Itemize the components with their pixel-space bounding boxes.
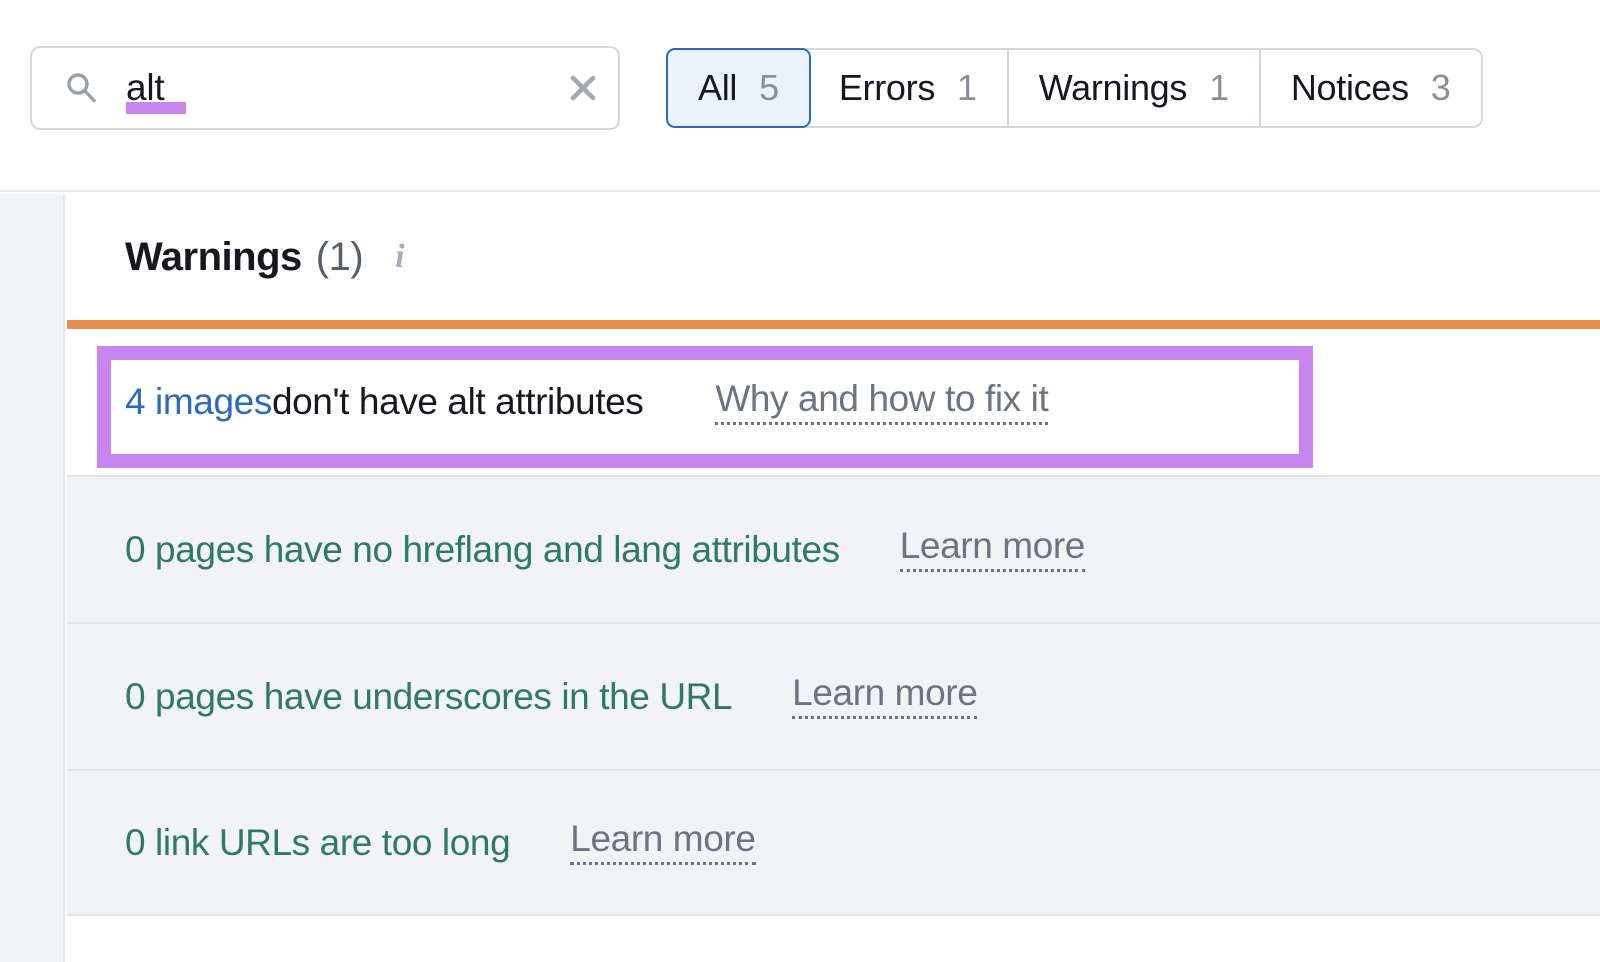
tab-warnings-label: Warnings [1039, 67, 1187, 109]
search-value-wrapper[interactable]: alt [126, 48, 548, 128]
issue-description: 0 link URLs are too long [125, 822, 510, 864]
tab-all-label: All [698, 67, 737, 109]
tab-errors-count: 1 [957, 67, 977, 109]
tab-warnings[interactable]: Warnings 1 [1009, 50, 1261, 126]
tab-notices-label: Notices [1291, 67, 1409, 109]
tab-all-count: 5 [759, 67, 779, 109]
learn-more-link[interactable]: Learn more [900, 527, 1085, 572]
tab-notices-count: 3 [1431, 67, 1451, 109]
clear-search-button[interactable] [548, 48, 618, 128]
issue-count-link[interactable]: 4 images [125, 381, 272, 423]
left-gutter [0, 194, 65, 962]
why-and-how-to-fix-it-link[interactable]: Why and how to fix it [715, 380, 1048, 425]
tab-notices[interactable]: Notices 3 [1261, 50, 1481, 126]
section-count: (1) [316, 235, 363, 280]
table-row[interactable]: 0 pages have no hreflang and lang attrib… [67, 475, 1600, 622]
close-icon [565, 70, 601, 106]
table-row[interactable]: 4 images don't have alt attributes Why a… [67, 329, 1600, 475]
issue-description: 0 pages have underscores in the URL [125, 676, 732, 718]
filter-tab-group: All 5 Errors 1 Warnings 1 Notices 3 [666, 48, 1483, 128]
issue-description: 0 pages have no hreflang and lang attrib… [125, 529, 840, 571]
search-term-highlight [126, 102, 186, 114]
section-header: Warnings (1) i [67, 194, 1600, 320]
table-row[interactable]: 0 link URLs are too long Learn more [67, 769, 1600, 916]
page-title: Warnings [125, 235, 302, 280]
issue-description: don't have alt attributes [272, 381, 643, 423]
tab-errors[interactable]: Errors 1 [809, 50, 1009, 126]
warning-accent-bar [67, 320, 1600, 329]
audit-issues-panel: alt All 5 Errors 1 Warnings 1 [0, 0, 1600, 962]
table-row[interactable]: 0 pages have underscores in the URL Lear… [67, 622, 1600, 769]
list-bottom-spacer [67, 916, 1600, 936]
tab-warnings-count: 1 [1209, 67, 1229, 109]
issues-list: Warnings (1) i 4 images don't have alt a… [67, 194, 1600, 962]
info-icon[interactable]: i [395, 240, 404, 274]
search-icon [64, 71, 98, 105]
learn-more-link[interactable]: Learn more [570, 820, 755, 865]
tab-all[interactable]: All 5 [666, 48, 811, 128]
tab-errors-label: Errors [839, 67, 935, 109]
learn-more-link[interactable]: Learn more [792, 674, 977, 719]
toolbar: alt All 5 Errors 1 Warnings 1 [0, 0, 1600, 192]
search-input[interactable]: alt [30, 46, 620, 130]
